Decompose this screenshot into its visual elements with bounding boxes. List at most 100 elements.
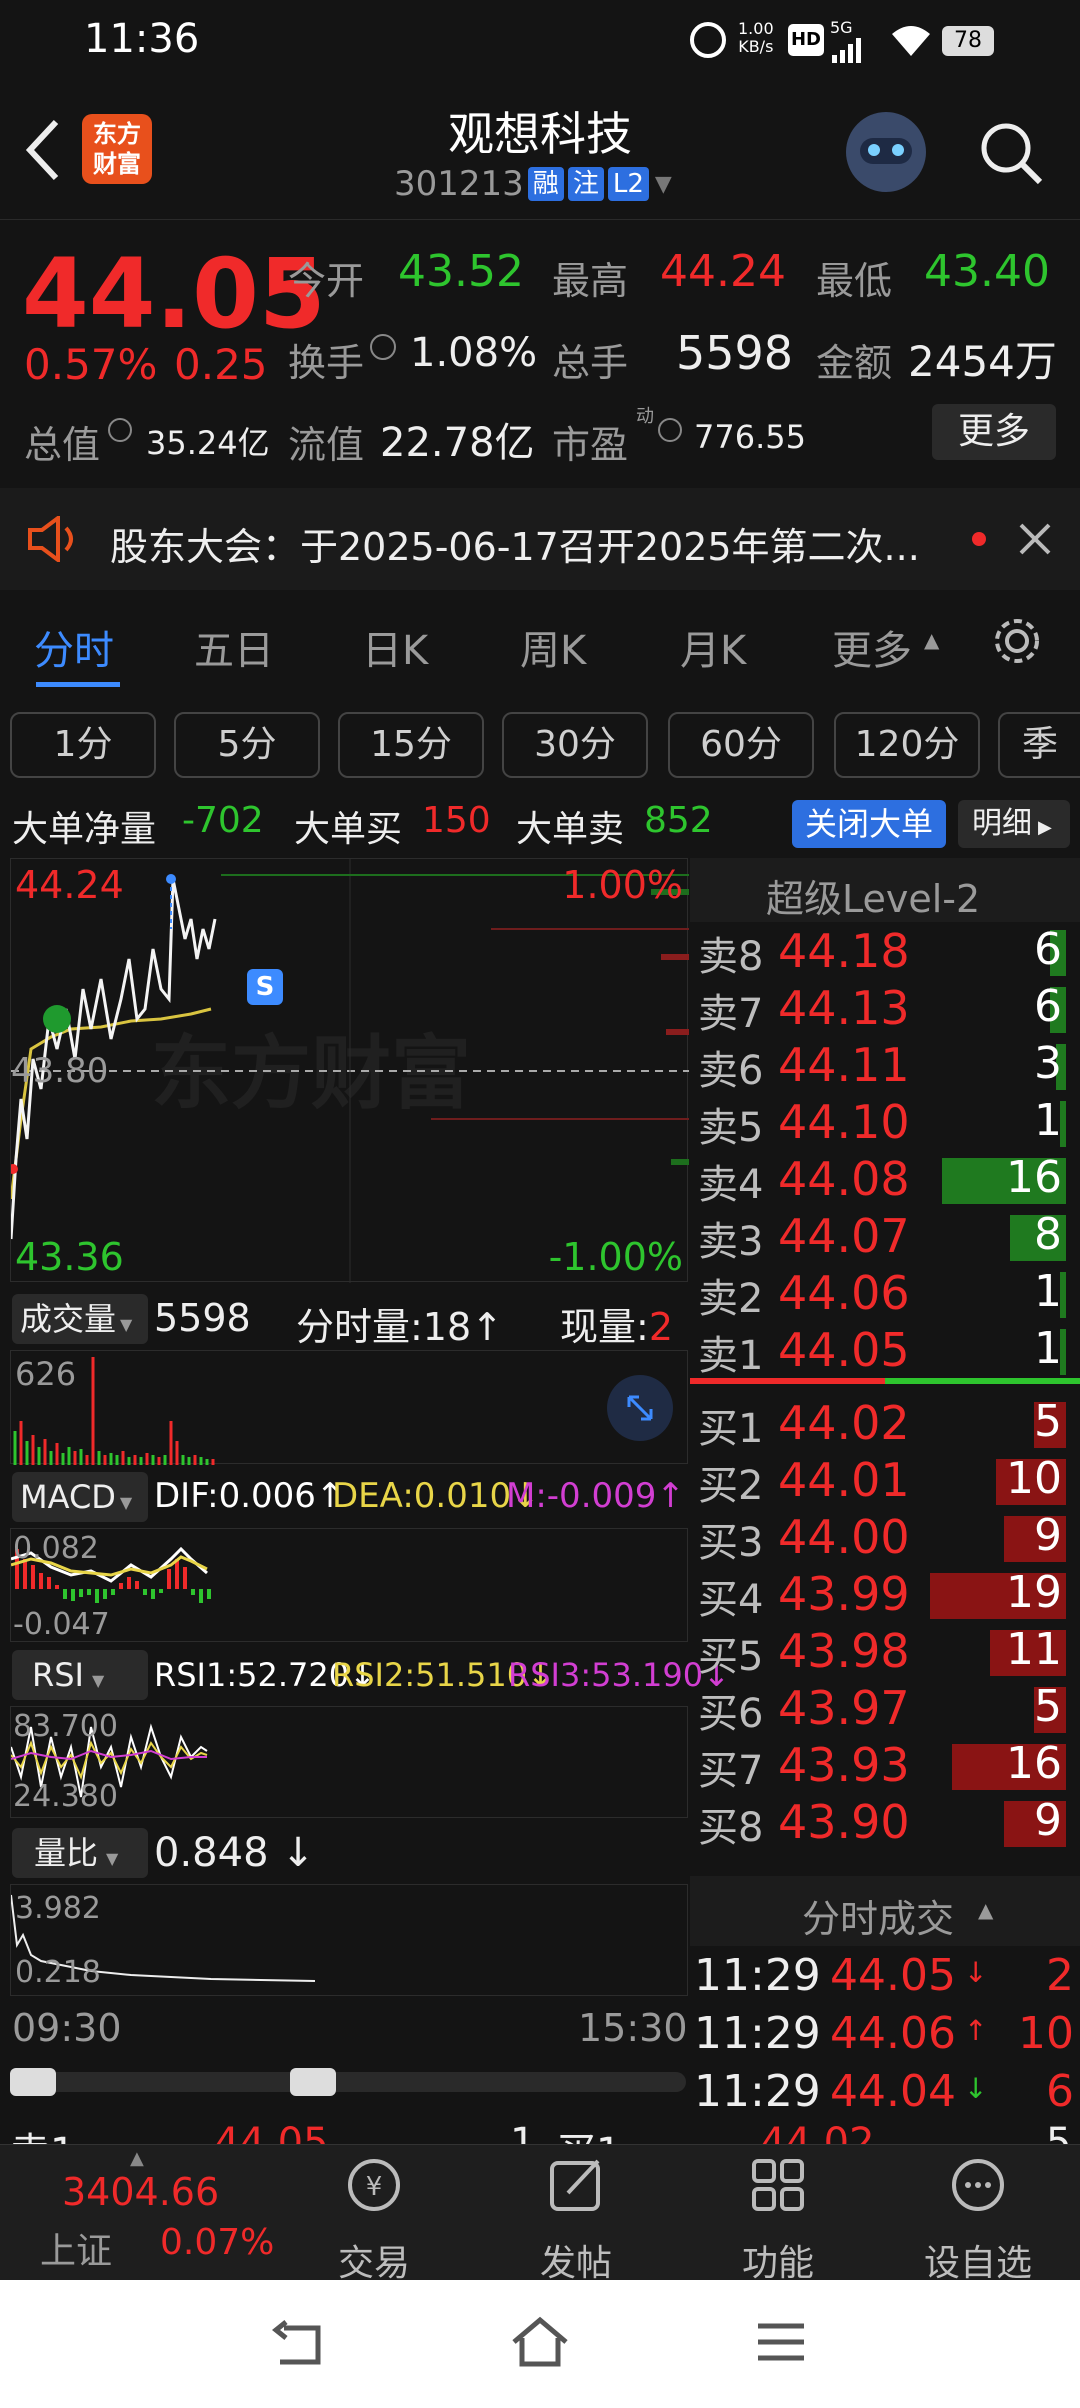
- volume-now: 现量:2: [560, 1305, 673, 1349]
- menu-nav-icon[interactable]: [756, 2320, 806, 2364]
- bid-row[interactable]: 买2 44.01 10: [690, 1453, 1080, 1509]
- speaker-icon: [28, 516, 73, 562]
- bid-volume: 9: [1034, 1510, 1062, 1561]
- ask-price: 44.05: [778, 1323, 910, 1377]
- detail-button[interactable]: 明细 ▶: [958, 800, 1070, 848]
- tab-intraday[interactable]: 分时: [34, 618, 114, 676]
- level2-header[interactable]: 超级Level-2: [690, 858, 1080, 922]
- period-5min[interactable]: 5分: [174, 712, 320, 778]
- ask-row[interactable]: 卖7 44.13 6: [690, 981, 1080, 1037]
- wifi-icon: [892, 26, 930, 56]
- rsi-chart: 83.700 24.380: [10, 1706, 688, 1818]
- tab-more[interactable]: 更多: [832, 618, 912, 676]
- volume-header: 成交量 ▼ 5598 分时量:18↑ 现量:2: [0, 1288, 690, 1349]
- more-button[interactable]: 更多: [932, 404, 1056, 460]
- ask-volume: 1: [1034, 1095, 1062, 1146]
- gear-icon[interactable]: [990, 614, 1044, 668]
- bid-volume: 5: [1034, 1681, 1062, 1732]
- volume-tick: 分时量:18↑: [296, 1305, 504, 1349]
- index-widget[interactable]: ▲ 3404.66 上证 0.07%: [20, 2148, 300, 2274]
- bid-volume: 19: [1006, 1567, 1062, 1618]
- info-icon[interactable]: [658, 418, 682, 442]
- nav-trade[interactable]: ¥ 交易: [304, 2155, 444, 2286]
- rsi-selector[interactable]: RSI ▼: [12, 1650, 148, 1700]
- ask-price: 44.07: [778, 1209, 910, 1263]
- period-quarter[interactable]: 季: [998, 712, 1080, 778]
- period-15min[interactable]: 15分: [338, 712, 484, 778]
- expand-icon[interactable]: [607, 1375, 673, 1441]
- scroller-handle-right[interactable]: [290, 2068, 336, 2096]
- vol-ratio-selector[interactable]: 量比 ▼: [12, 1828, 148, 1878]
- bid-row[interactable]: 买8 43.90 9: [690, 1795, 1080, 1851]
- home-nav-icon[interactable]: [510, 2316, 570, 2368]
- close-icon[interactable]: [1018, 522, 1052, 556]
- deal-row: 11:29 44.06 ↑ 10: [694, 2008, 1080, 2064]
- tab-monthly-k[interactable]: 月K: [680, 618, 746, 676]
- tab-weekly-k[interactable]: 周K: [520, 618, 586, 676]
- bid-row[interactable]: 买6 43.97 5: [690, 1681, 1080, 1737]
- robot-assistant-icon[interactable]: [846, 112, 926, 192]
- peek-price: 44.05: [214, 2120, 329, 2144]
- big-net-label: 大单净量: [12, 809, 157, 850]
- ask-price: 44.06: [778, 1266, 910, 1320]
- ask-row[interactable]: 卖3 44.07 8: [690, 1209, 1080, 1265]
- deals-header[interactable]: 分时成交 ▲: [690, 1876, 1080, 1946]
- tab-underline: [36, 682, 120, 687]
- intraday-chart[interactable]: 东方财富 44.24 43.80 43.36 1.00% -1.00% S: [10, 858, 689, 1283]
- ask-row[interactable]: 卖6 44.11 3: [690, 1038, 1080, 1094]
- period-120min[interactable]: 120分: [834, 712, 980, 778]
- info-icon[interactable]: [108, 418, 132, 442]
- ask-row[interactable]: 卖2 44.06 1: [690, 1266, 1080, 1322]
- macd-chart: 0.082 -0.047: [10, 1528, 688, 1642]
- caret-up-icon: ▲: [924, 628, 940, 652]
- period-60min[interactable]: 60分: [668, 712, 814, 778]
- close-big-order-button[interactable]: 关闭大单: [792, 800, 946, 848]
- ask-price: 44.13: [778, 981, 910, 1035]
- ask-label: 卖1: [698, 1333, 764, 1379]
- bid-row[interactable]: 买7 43.93 16: [690, 1738, 1080, 1794]
- info-icon[interactable]: [370, 334, 396, 360]
- ask-label: 卖7: [698, 991, 764, 1037]
- period-30min[interactable]: 30分: [502, 712, 648, 778]
- bid-row[interactable]: 买4 43.99 19: [690, 1567, 1080, 1623]
- bid-price: 43.99: [778, 1567, 910, 1621]
- big-order-row: 大单净量 -702 大单买 150 大单卖 852 关闭大单 明细 ▶: [0, 792, 1080, 854]
- sell-marker[interactable]: S: [247, 969, 283, 1005]
- macd-selector[interactable]: MACD ▼: [12, 1472, 148, 1522]
- volume-label: 总手: [552, 341, 629, 385]
- nav-add-watchlist[interactable]: 设自选: [908, 2155, 1048, 2286]
- alarm-icon: [690, 22, 726, 58]
- ask-row[interactable]: 卖8 44.18 6: [690, 924, 1080, 980]
- ask-row[interactable]: 卖4 44.08 16: [690, 1152, 1080, 1208]
- nav-post[interactable]: 发帖: [506, 2155, 646, 2286]
- bid-row[interactable]: 买1 44.02 5: [690, 1396, 1080, 1452]
- back-nav-icon[interactable]: [270, 2320, 326, 2370]
- notice-bar[interactable]: 股东大会：于2025-06-17召开2025年第二次...: [0, 488, 1080, 590]
- intraday-up-pct: 1.00%: [562, 863, 683, 907]
- rsi-bottom: 24.380: [13, 1779, 118, 1814]
- ask-row[interactable]: 卖1 44.05 1: [690, 1323, 1080, 1379]
- period-1min[interactable]: 1分: [10, 712, 156, 778]
- open-label: 今开: [288, 259, 365, 303]
- macd-bottom: -0.047: [13, 1607, 110, 1642]
- tab-daily-k[interactable]: 日K: [362, 618, 428, 676]
- bid-price: 44.00: [778, 1510, 910, 1564]
- time-scroller[interactable]: [10, 2068, 686, 2096]
- scroller-handle-left[interactable]: [10, 2068, 56, 2096]
- bid-volume: 10: [1006, 1453, 1062, 1504]
- change-pct: 0.57%: [24, 340, 158, 389]
- intraday-high: 44.24: [15, 863, 124, 907]
- tab-five-day[interactable]: 五日: [194, 618, 274, 676]
- volume-selector[interactable]: 成交量 ▼: [12, 1294, 148, 1344]
- bid-row[interactable]: 买5 43.98 11: [690, 1624, 1080, 1680]
- ask-row[interactable]: 卖5 44.10 1: [690, 1095, 1080, 1151]
- peek-right-price: 44.02: [760, 2120, 875, 2144]
- chevron-down-icon[interactable]: ▼: [655, 172, 672, 197]
- time-end: 15:30: [578, 2006, 688, 2050]
- search-icon[interactable]: [978, 120, 1044, 186]
- open-value: 43.52: [398, 246, 524, 297]
- bid-label: 买5: [698, 1634, 764, 1680]
- bid-row[interactable]: 买3 44.00 9: [690, 1510, 1080, 1566]
- amount-value: 2454万: [908, 337, 1057, 386]
- nav-functions[interactable]: 功能: [708, 2155, 848, 2286]
